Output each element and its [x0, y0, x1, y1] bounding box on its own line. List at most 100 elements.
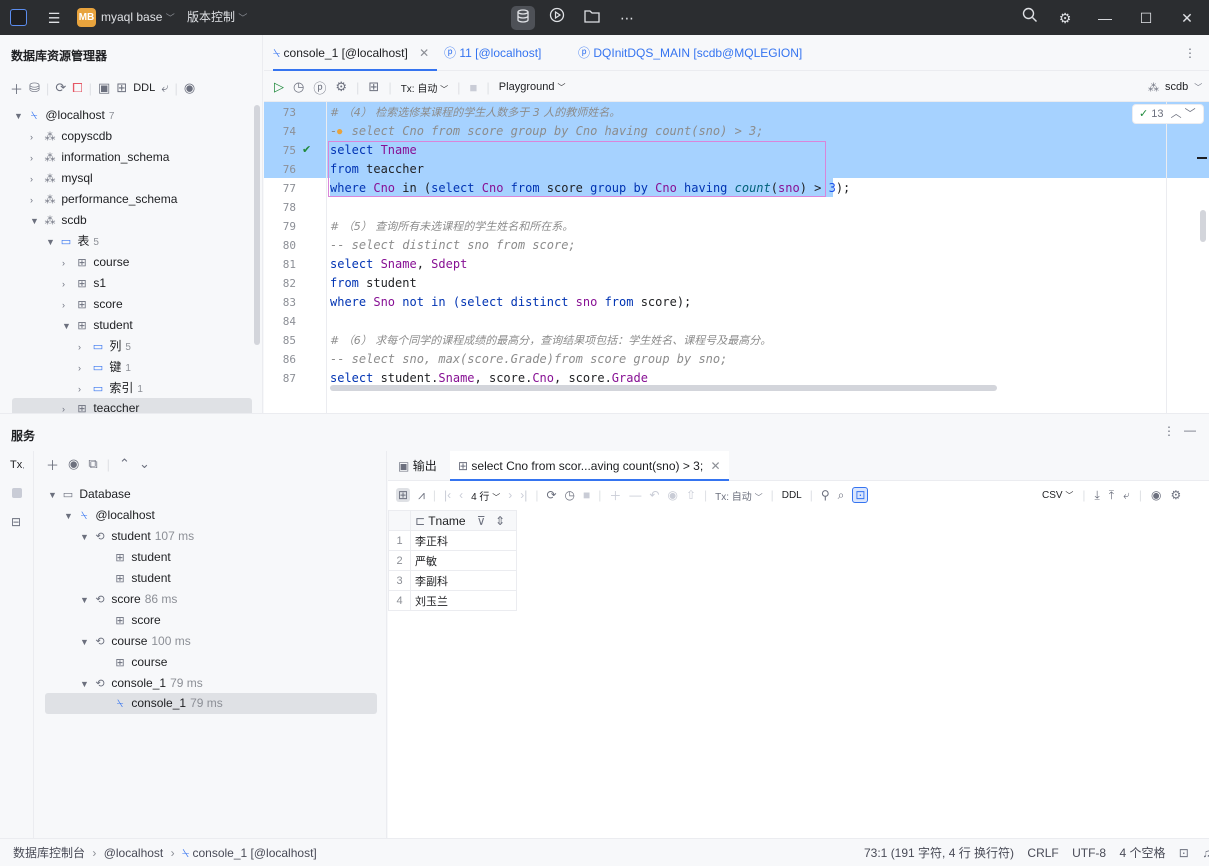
- stop-icon[interactable]: ■: [470, 80, 478, 95]
- explorer-scrollbar[interactable]: [254, 105, 260, 345]
- compare-icon[interactable]: ⤶: [1123, 488, 1130, 503]
- tree-node-student[interactable]: ▼ ⊞ student: [62, 315, 133, 336]
- pin-icon[interactable]: ⚲: [821, 488, 830, 502]
- history-icon[interactable]: ◷: [293, 79, 304, 95]
- revert-icon[interactable]: ↶: [649, 488, 659, 502]
- sort-icon[interactable]: ⇕: [495, 514, 505, 528]
- explain-icon[interactable]: ⓟ: [313, 78, 326, 97]
- notifications-icon[interactable]: ♫: [1202, 846, 1209, 860]
- breadcrumb-item[interactable]: @localhost: [104, 846, 164, 860]
- tree-node-columns[interactable]: › ▭ 列5: [78, 336, 131, 357]
- tree-node-s1[interactable]: › ⊞ s1: [62, 273, 106, 294]
- view-icon[interactable]: ◉: [184, 80, 195, 96]
- tab-output[interactable]: ▣ 输出: [398, 451, 437, 481]
- table-row[interactable]: 2 严敏: [388, 550, 517, 571]
- table-row[interactable]: 1 李正科: [388, 530, 517, 551]
- collapse-all-icon[interactable]: ⌄: [139, 456, 150, 472]
- sql-editor[interactable]: 73 74 75 ✔ 76 77 78 79 80 81 82 83 84 85…: [264, 102, 1209, 413]
- prev-page-icon[interactable]: ‹: [459, 488, 463, 502]
- table-icon[interactable]: ⊞: [368, 79, 379, 95]
- svc-node-student-session[interactable]: ▼ ⟲ student 107 ms: [80, 526, 194, 547]
- tab-console-1[interactable]: ⍀ console_1 [@localhost] ✕: [273, 35, 438, 71]
- refresh-icon[interactable]: ⟳: [55, 80, 66, 96]
- database-icon[interactable]: [511, 6, 535, 30]
- svc-node-student-result[interactable]: ⊞ student: [112, 547, 170, 568]
- table-row[interactable]: 3 李副科: [388, 570, 517, 591]
- tx-mode-dropdown[interactable]: Tx: 自动 ﹀: [401, 80, 448, 95]
- new-window-icon[interactable]: ⧉: [88, 456, 97, 472]
- vcs-menu[interactable]: 版本控制 ﹀: [187, 0, 247, 35]
- stop-icon[interactable]: [12, 488, 22, 498]
- tree-node-course[interactable]: › ⊞ course: [62, 252, 129, 273]
- search-icon[interactable]: ⌕: [838, 488, 845, 503]
- svc-node-console-session[interactable]: ▼ ⟲ console_1 79 ms: [80, 673, 203, 694]
- maximize-icon[interactable]: ☐: [1134, 6, 1158, 30]
- inspection-widget[interactable]: ✓ 13 ︿ ﹀: [1132, 104, 1204, 124]
- project-badge[interactable]: MB: [77, 8, 96, 27]
- vertical-scrollbar[interactable]: [1200, 210, 1206, 242]
- tree-node-scdb[interactable]: ▼ ⁂ scdb: [30, 210, 87, 231]
- refresh-icon[interactable]: ⟳: [546, 488, 556, 502]
- settings-icon[interactable]: ⚙: [1053, 6, 1077, 30]
- view-icon[interactable]: ◉: [1151, 488, 1161, 502]
- grid-view-icon[interactable]: ⊞: [396, 488, 411, 502]
- svc-node-database[interactable]: ▼ ▭ Database: [48, 484, 131, 505]
- export-format-dropdown[interactable]: CSV ﹀: [1042, 490, 1073, 501]
- table-cell[interactable]: 李正科: [410, 530, 517, 551]
- search-icon[interactable]: [1018, 6, 1042, 30]
- settings-icon[interactable]: ⚙: [1170, 488, 1181, 502]
- filter-icon[interactable]: ⊽: [477, 514, 486, 528]
- svc-node-console[interactable]: ⍀ console_1 79 ms: [45, 693, 377, 714]
- minimize-icon[interactable]: —: [1093, 6, 1117, 30]
- line-separator[interactable]: CRLF: [1027, 846, 1058, 860]
- cursor-position[interactable]: 73:1 (191 字符, 4 行 换行符): [864, 846, 1014, 860]
- run-icon[interactable]: ▷: [274, 79, 284, 95]
- last-page-icon[interactable]: ›|: [520, 488, 527, 502]
- schema-selector[interactable]: ⁂ scdb ﹀: [1148, 74, 1202, 100]
- more-icon[interactable]: ⋯: [615, 6, 639, 30]
- tx-mode-dropdown[interactable]: Tx: 自动 ﹀: [715, 488, 762, 503]
- folder-icon[interactable]: [580, 6, 604, 30]
- tree-node-information-schema[interactable]: › ⁂ information_schema: [30, 147, 169, 168]
- main-menu-icon[interactable]: ☰: [42, 6, 66, 30]
- filter-icon[interactable]: ⊡: [852, 487, 869, 503]
- tree-node-localhost[interactable]: ▼ ⍀ @localhost 7: [14, 105, 114, 126]
- chevron-up-icon[interactable]: ︿: [1171, 108, 1182, 120]
- close-tab-icon[interactable]: ✕: [711, 459, 721, 473]
- playground-dropdown[interactable]: Playground ﹀: [499, 81, 566, 93]
- breadcrumb-item[interactable]: 数据库控制台: [13, 846, 85, 860]
- view-icon[interactable]: ◉: [68, 456, 79, 472]
- file-encoding[interactable]: UTF-8: [1072, 846, 1106, 860]
- tx-button[interactable]: Tx,: [10, 459, 24, 471]
- stop-icon[interactable]: ⧠: [72, 80, 82, 96]
- chart-icon[interactable]: ⩘: [418, 488, 425, 503]
- tree-node-indexes[interactable]: › ▭ 索引 1: [78, 378, 143, 399]
- expand-all-icon[interactable]: ⌃: [119, 456, 130, 472]
- download-icon[interactable]: ⤓: [1094, 488, 1099, 503]
- lightbulb-icon[interactable]: ●: [336, 122, 343, 141]
- ddl-button[interactable]: DDL: [782, 490, 802, 501]
- add-icon[interactable]: ＋: [46, 455, 59, 474]
- lock-icon[interactable]: ⊡: [1179, 846, 1189, 860]
- upload-icon[interactable]: ⤒: [1109, 488, 1114, 503]
- tree-node-performance-schema[interactable]: › ⁂ performance_schema: [30, 189, 177, 210]
- svc-node-score-result[interactable]: ⊞ score: [112, 610, 160, 631]
- more-options-icon[interactable]: ⋮: [1184, 35, 1196, 71]
- tree-node-copyscdb[interactable]: › ⁂ copyscdb: [30, 126, 112, 147]
- add-icon[interactable]: ＋: [10, 79, 23, 98]
- minimize-panel-icon[interactable]: —: [1184, 423, 1196, 437]
- table-cell[interactable]: 严敏: [410, 550, 517, 571]
- tree-node-tables[interactable]: ▼ ▭ 表5: [46, 231, 99, 252]
- first-page-icon[interactable]: |‹: [444, 488, 451, 502]
- tree-node-keys[interactable]: › ▭ 键1: [78, 357, 131, 378]
- layout-icon[interactable]: ⊟: [11, 515, 21, 529]
- column-header-tname[interactable]: ⊏ Tname ⊽ ⇕: [410, 510, 517, 531]
- table-cell[interactable]: 李副科: [410, 570, 517, 591]
- tab-result[interactable]: ⊞ select Cno from scor...aving count(sno…: [450, 451, 729, 481]
- row-count-dropdown[interactable]: 4 行 ﹀: [471, 488, 500, 503]
- svc-node-course-session[interactable]: ▼ ⟲ course 100 ms: [80, 631, 191, 652]
- jump-icon[interactable]: ⤶: [161, 80, 168, 96]
- horizontal-scrollbar[interactable]: [330, 385, 997, 391]
- svc-node-localhost[interactable]: ▼ ⍀ @localhost: [64, 505, 155, 526]
- svc-node-course-result[interactable]: ⊞ course: [112, 652, 167, 673]
